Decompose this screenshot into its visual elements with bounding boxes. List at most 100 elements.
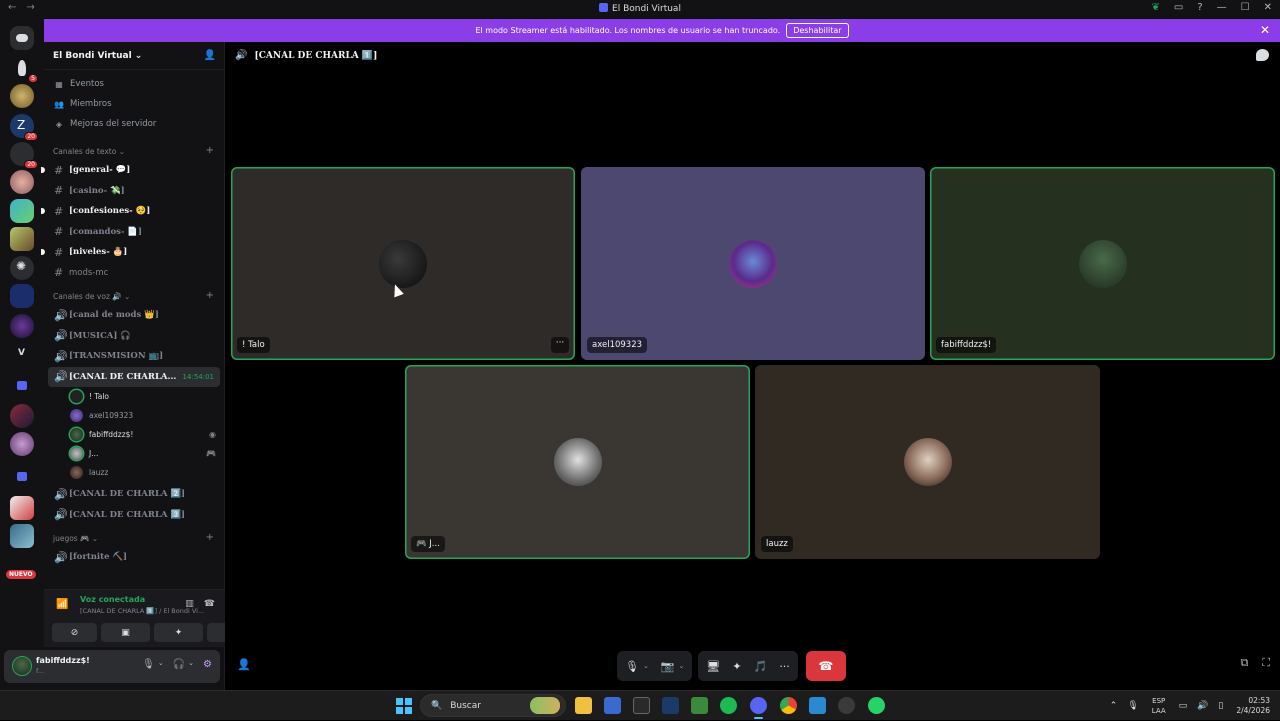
soundboard-icon[interactable]: 🎵 [754, 660, 768, 673]
menu-events[interactable]: ▦ Eventos [44, 74, 224, 94]
folder-icon[interactable] [10, 465, 34, 489]
windows-start-icon[interactable] [396, 698, 412, 714]
server-icon[interactable] [10, 284, 34, 308]
disable-streamer-button[interactable]: Deshabilitar [786, 23, 849, 38]
server-icon[interactable] [10, 432, 34, 456]
leaf-icon[interactable]: ❦ [1151, 2, 1159, 13]
voice-member[interactable]: J... 🎮 [44, 444, 224, 463]
category-voice-channels[interactable]: Canales de voz 🔊 ⌄ + [44, 287, 224, 305]
voice-member[interactable]: lauzz [44, 463, 224, 482]
guild-header[interactable]: El Bondi Virtual ⌄ 👤 [44, 42, 224, 70]
voice-member[interactable]: ! Talo [44, 387, 224, 406]
chevron-down-icon[interactable]: ⌄ [679, 662, 685, 670]
popout-icon[interactable]: ⧉ [1240, 656, 1248, 670]
screen-share-icon[interactable]: 🖥 [706, 660, 720, 673]
voice-channel[interactable]: 🔊 [canal de mods 👑] [44, 305, 224, 326]
direct-messages-icon[interactable] [10, 26, 34, 50]
chevron-up-icon[interactable]: ⌃ [1110, 701, 1118, 711]
server-icon[interactable] [10, 199, 34, 223]
language-indicator[interactable]: ESP LAA [1152, 696, 1166, 716]
activities-button[interactable]: ✦ [154, 623, 203, 642]
text-channel[interactable]: # [confesiones- 🥺] [41, 201, 224, 222]
store-icon[interactable] [604, 697, 621, 714]
camera-icon[interactable]: 📷 [661, 660, 675, 673]
server-icon[interactable]: ✺ [10, 256, 34, 280]
text-channel[interactable]: # [casino- 💸] [44, 181, 224, 202]
clock[interactable]: 02:53 2/4/2026 [1236, 696, 1270, 716]
microphone-icon[interactable]: 🎙 [142, 659, 155, 670]
server-icon[interactable] [10, 227, 34, 251]
voice-channel-active[interactable]: 🔊 [CANAL DE CHARLA... 14:54:01 [48, 366, 220, 387]
add-user-icon[interactable]: 👤 [237, 658, 251, 671]
voice-status[interactable]: Voz conectada [80, 595, 145, 604]
voice-channel[interactable]: 🔊 [TRANSMISION 📺] [44, 346, 224, 367]
participant-tile[interactable]: ! Talo ··· [231, 167, 575, 360]
username[interactable]: fabiffddzz$! [36, 656, 90, 665]
menu-server-boosts[interactable]: ◈ Mejoras del servidor [44, 114, 224, 134]
server-icon[interactable]: Z 20 [10, 114, 38, 141]
maximize-button[interactable]: ☐ [1241, 2, 1250, 13]
close-banner-icon[interactable]: ✕ [1260, 23, 1270, 37]
server-icon[interactable] [10, 496, 34, 520]
voice-member[interactable]: axel109323 [44, 406, 224, 425]
chevron-down-icon[interactable]: ⌄ [188, 659, 194, 670]
server-icon[interactable] [10, 524, 34, 548]
text-channel[interactable]: # [niveles- 🎂] [41, 242, 224, 263]
participant-tile[interactable]: axel109323 [581, 167, 925, 360]
inbox-icon[interactable]: ▭ [1174, 2, 1183, 13]
camera-off-button[interactable]: ⊘ [52, 623, 97, 642]
server-icon[interactable] [10, 170, 34, 194]
text-channel[interactable]: # [general- 💬] [41, 160, 224, 181]
server-icon[interactable] [10, 84, 34, 108]
add-channel-icon[interactable]: + [206, 290, 214, 301]
discord-icon[interactable] [750, 697, 767, 719]
epic-games-icon[interactable] [633, 697, 650, 714]
help-icon[interactable]: ? [1197, 2, 1202, 13]
headphones-icon[interactable]: 🎧 [173, 659, 185, 670]
spotify-icon[interactable] [720, 697, 737, 714]
voice-member[interactable]: fabiffddzz$! ◉ [44, 425, 224, 444]
voice-channel[interactable]: 🔊 [MUSICA] 🎧 [44, 326, 224, 347]
participant-tile[interactable]: lauzz [755, 365, 1100, 559]
server-icon[interactable]: 5 [10, 56, 38, 83]
chevron-down-icon[interactable]: ⌄ [643, 662, 649, 670]
screen-share-button[interactable]: ▣ [101, 623, 150, 642]
signal-icon[interactable]: 📶 [56, 599, 68, 610]
voice-channel[interactable]: 🔊 [fortnite ⛏️] [44, 547, 224, 568]
activities-icon[interactable]: ✦ [732, 660, 741, 673]
server-icon[interactable] [10, 404, 34, 428]
text-channel[interactable]: # mods-mc [44, 263, 224, 284]
steam-icon[interactable] [662, 697, 679, 714]
server-icon[interactable]: V [10, 343, 34, 367]
microphone-tray-icon[interactable]: 🎙 [1127, 701, 1138, 711]
whatsapp-icon[interactable] [868, 697, 885, 714]
microphone-icon[interactable]: 🎙 [625, 660, 639, 673]
file-explorer-icon[interactable] [575, 697, 592, 714]
chat-bubble-icon[interactable] [1256, 49, 1269, 61]
chevron-down-icon[interactable]: ⌄ [158, 659, 164, 670]
category-games[interactable]: juegos 🎮 ⌄ + [44, 529, 224, 547]
settings-icon[interactable] [838, 697, 855, 714]
server-icon[interactable] [10, 314, 34, 338]
battery-icon[interactable]: ▯ [1218, 701, 1223, 711]
menu-members[interactable]: 👥 Miembros [44, 94, 224, 114]
more-options-button[interactable]: ··· [551, 337, 569, 353]
more-icon[interactable]: ··· [779, 660, 790, 673]
app-icon[interactable] [809, 697, 826, 714]
network-icon[interactable]: ▭ [1179, 701, 1188, 711]
volume-icon[interactable]: 🔊 [1197, 701, 1208, 711]
voice-channel[interactable]: 🔊 [CANAL DE CHARLA 2️⃣] [44, 484, 224, 505]
widgets-icon[interactable] [530, 697, 560, 714]
fullscreen-icon[interactable]: ⛶ [1262, 656, 1270, 670]
minecraft-icon[interactable] [691, 697, 708, 714]
noise-suppression-icon[interactable]: ▥ [185, 599, 194, 609]
minimize-button[interactable]: — [1217, 2, 1227, 13]
server-icon[interactable]: 20 [10, 142, 38, 169]
folder-icon[interactable] [10, 374, 34, 398]
add-channel-icon[interactable]: + [206, 145, 214, 156]
text-channel[interactable]: # [comandos- 📄] [44, 222, 224, 243]
participant-tile[interactable]: 🎮 J... [405, 365, 750, 559]
chrome-icon[interactable] [780, 697, 797, 714]
hangup-button[interactable]: ☎ [805, 651, 846, 681]
voice-channel[interactable]: 🔊 [CANAL DE CHARLA 3️⃣] [44, 505, 224, 526]
